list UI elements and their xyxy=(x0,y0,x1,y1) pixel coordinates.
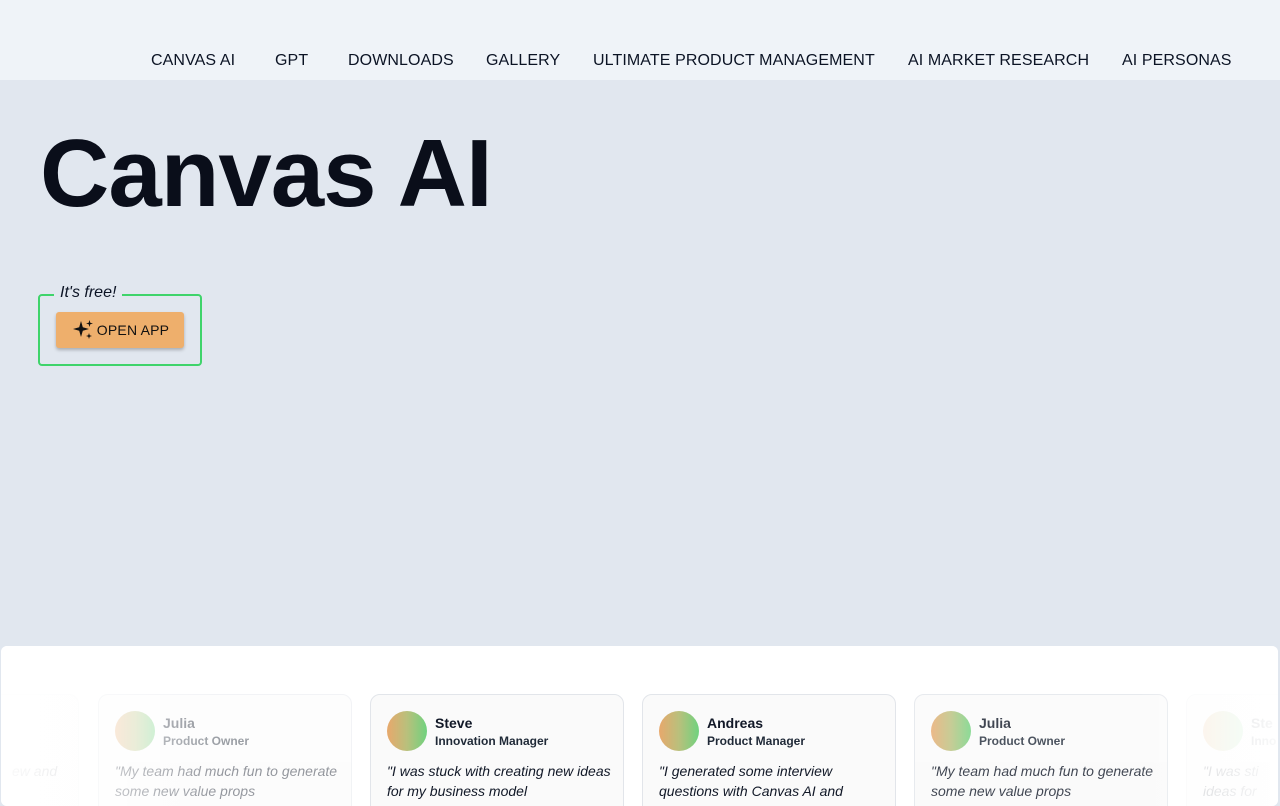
top-bar: CANVAS AI GPT DOWNLOADS GALLERY ULTIMATE… xyxy=(0,0,1280,80)
testimonials-carousel[interactable]: ew and Julia Product Owner "My team had … xyxy=(1,646,1278,806)
testimonial-quote: "I generated some interview questions wi… xyxy=(659,763,843,799)
testimonial-role: Product Owner xyxy=(979,734,1066,748)
testimonial-name: Andreas xyxy=(707,715,764,731)
testimonial-name: Julia xyxy=(163,715,195,731)
testimonial-card: Julia Product Owner "My team had much fu… xyxy=(98,694,352,806)
nav-item-ai-market-research[interactable]: AI MARKET RESEARCH xyxy=(908,52,1089,70)
testimonial-role: Inno xyxy=(1251,734,1277,748)
testimonial-role: Product Manager xyxy=(707,734,806,748)
avatar xyxy=(387,711,427,751)
testimonial-card: Julia Product Owner "My team had much fu… xyxy=(914,694,1168,806)
nav-item-ultimate-product-management[interactable]: ULTIMATE PRODUCT MANAGEMENT xyxy=(593,52,875,70)
testimonial-quote: "My team had much fun to generate some n… xyxy=(115,763,338,799)
avatar xyxy=(659,711,699,751)
nav-item-gpt[interactable]: GPT xyxy=(275,52,308,70)
sparkles-icon xyxy=(71,318,95,342)
testimonial-quote: ew and xyxy=(12,763,58,779)
testimonial-card: Steve Innovation Manager "I was stuck wi… xyxy=(370,694,624,806)
main-nav: CANVAS AI GPT DOWNLOADS GALLERY ULTIMATE… xyxy=(0,52,1280,72)
avatar xyxy=(115,711,155,751)
testimonial-quote: "I was sti ideas for xyxy=(1203,763,1259,799)
testimonial-card: Andreas Product Manager "I generated som… xyxy=(642,694,896,806)
nav-item-downloads[interactable]: DOWNLOADS xyxy=(348,52,454,70)
testimonial-quote: "My team had much fun to generate some n… xyxy=(931,763,1154,799)
avatar xyxy=(931,711,971,751)
testimonial-card: ew and xyxy=(1,694,79,806)
nav-item-ai-personas[interactable]: AI PERSONAS xyxy=(1122,52,1232,70)
open-app-button[interactable]: OPEN APP xyxy=(56,312,184,348)
testimonial-role: Product Owner xyxy=(163,734,250,748)
testimonial-name: Steve xyxy=(435,715,473,731)
open-app-label: OPEN APP xyxy=(96,322,170,338)
nav-item-gallery[interactable]: GALLERY xyxy=(486,52,560,70)
free-callout-box: It's free! OPEN APP xyxy=(38,284,202,366)
free-label: It's free! xyxy=(54,284,123,302)
avatar xyxy=(1203,711,1243,751)
nav-item-canvas-ai[interactable]: CANVAS AI xyxy=(151,52,235,70)
testimonial-card: Ste Inno "I was sti ideas for xyxy=(1186,694,1278,806)
testimonial-name: Ste xyxy=(1251,715,1273,731)
page-title: Canvas AI xyxy=(40,120,493,227)
testimonial-quote: "I was stuck with creating new ideas for… xyxy=(387,763,611,799)
testimonial-name: Julia xyxy=(979,715,1011,731)
testimonial-role: Innovation Manager xyxy=(435,734,549,748)
